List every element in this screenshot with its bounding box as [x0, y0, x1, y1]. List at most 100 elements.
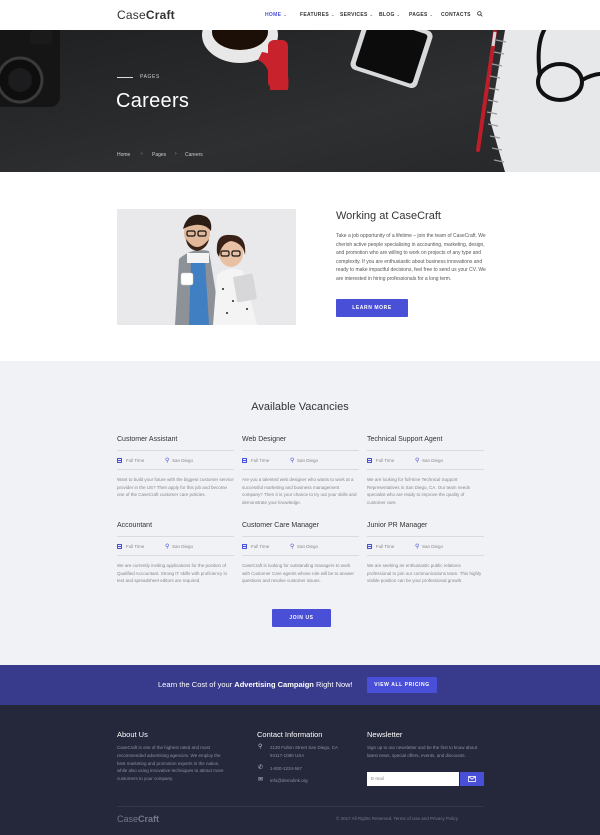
- divider: [367, 555, 484, 556]
- job-location: San Diego: [297, 544, 319, 549]
- chevron-down-icon: ⌄: [283, 12, 287, 17]
- job-description: We are seeking an enthusiastic public re…: [367, 563, 482, 583]
- footer-about-text: CaseCraft is one of the highest rated an…: [117, 745, 224, 782]
- divider: [367, 536, 484, 537]
- calendar-icon: [117, 458, 122, 463]
- kicker-line: [117, 77, 133, 78]
- divider: [117, 450, 234, 451]
- location-pin-icon: ⚲: [165, 458, 170, 464]
- job-card[interactable]: Accountant Full Time ⚲ San Diego We are cu…: [117, 522, 234, 585]
- calendar-icon: [242, 544, 247, 549]
- join-us-button[interactable]: JOIN US: [272, 609, 331, 627]
- page-title: Careers: [116, 90, 190, 112]
- job-card[interactable]: Customer Assistant Full Time ⚲ San Diego W…: [117, 436, 234, 499]
- job-description: CaseCraft is looking for outstanding man…: [242, 563, 355, 583]
- breadcrumb-pages[interactable]: Pages: [152, 152, 166, 158]
- job-title[interactable]: Junior PR Manager: [367, 522, 484, 536]
- job-type: Full Time: [126, 544, 145, 549]
- job-type: Full Time: [126, 458, 145, 463]
- cta-text: Learn the Cost of your Advertising Campa…: [158, 680, 353, 689]
- chevron-down-icon: ⌄: [369, 12, 374, 17]
- job-card[interactable]: Customer Care Manager Full Time ⚲ San Dieg…: [242, 522, 359, 585]
- footer-copyright: © 2017 All Rights Reserved. Terms of Use…: [336, 816, 459, 821]
- job-type: Full Time: [376, 544, 395, 549]
- calendar-icon: [367, 544, 372, 549]
- site-header: CaseCraft HOME ⌄ FEATURES ⌄ SERVICES ⌄ BLOG…: [0, 0, 600, 30]
- chevron-down-icon: ⌄: [396, 12, 401, 17]
- divider: [242, 536, 359, 537]
- team-photo: [117, 209, 296, 325]
- divider: [367, 469, 484, 470]
- vacancies-heading: Available Vacancies: [251, 401, 349, 413]
- job-title[interactable]: Web Designer: [242, 436, 359, 450]
- job-description: Are you a talented web designer who want…: [242, 477, 357, 505]
- job-location: San Diego: [422, 544, 444, 549]
- footer-email[interactable]: info@demolink.org: [270, 777, 308, 785]
- nav-item-home[interactable]: HOME ⌄: [265, 12, 287, 18]
- location-pin-icon: ⚲: [415, 544, 420, 550]
- location-pin-icon: ⚲: [165, 544, 170, 550]
- footer-phone[interactable]: 1-800-1234-567: [270, 765, 302, 773]
- footer-newsletter-title: Newsletter: [367, 730, 403, 739]
- hero-desk-image: [0, 30, 600, 172]
- divider: [117, 469, 234, 470]
- location-pin-icon: ⚲: [290, 458, 295, 464]
- section-text: Take a job opportunity of a lifetime – j…: [336, 233, 486, 282]
- search-icon[interactable]: [477, 11, 483, 17]
- divider: [367, 450, 484, 451]
- logo[interactable]: CaseCraft: [117, 8, 175, 22]
- newsletter-email-input[interactable]: E-mail: [367, 772, 459, 786]
- calendar-icon: [242, 458, 247, 463]
- job-type: Full Time: [376, 458, 395, 463]
- learn-more-button[interactable]: LEARN MORE: [336, 299, 408, 317]
- divider: [242, 450, 359, 451]
- job-description: Want to build your future with the bigge…: [117, 477, 234, 497]
- hero-banner: PAGES Careers Home › Pages › Careers: [0, 30, 600, 172]
- footer-address: 2130 Fulton Street San Diego, CA 94117-1…: [270, 745, 338, 758]
- footer-logo[interactable]: CaseCraft: [117, 814, 159, 824]
- section-title: Working at CaseCraft: [336, 210, 441, 222]
- calendar-icon: [117, 544, 122, 549]
- job-card[interactable]: Junior PR Manager Full Time ⚲ San Diego We…: [367, 522, 484, 585]
- job-location: San Diego: [172, 544, 194, 549]
- view-all-pricing-button[interactable]: VIEW ALL PRICING: [367, 677, 437, 693]
- nav-item-pages[interactable]: PAGES ⌄: [409, 12, 433, 18]
- divider: [242, 469, 359, 470]
- job-title[interactable]: Customer Care Manager: [242, 522, 359, 536]
- divider: [117, 555, 234, 556]
- calendar-icon: [367, 458, 372, 463]
- breadcrumb-home[interactable]: Home: [117, 152, 130, 158]
- breadcrumb-current: Careers: [185, 152, 203, 158]
- nav-item-contacts[interactable]: CONTACTS: [441, 12, 471, 18]
- job-type: Full Time: [251, 544, 270, 549]
- location-pin-icon: ⚲: [258, 744, 263, 750]
- hero-kicker: PAGES: [140, 74, 160, 80]
- job-description: We are currently inviting applications f…: [117, 563, 227, 583]
- location-pin-icon: ⚲: [415, 458, 420, 464]
- chevron-down-icon: ⌄: [429, 12, 434, 17]
- email-icon: ✉: [258, 777, 264, 783]
- nav-item-features[interactable]: FEATURES ⌄: [300, 12, 335, 18]
- job-title[interactable]: Technical Support Agent: [367, 436, 484, 450]
- job-title[interactable]: Accountant: [117, 522, 234, 536]
- footer-about-title: About Us: [117, 730, 148, 739]
- job-card[interactable]: Web Designer Full Time ⚲ San Diego Are you…: [242, 436, 359, 506]
- footer-contact-title: Contact Information: [257, 730, 323, 739]
- job-type: Full Time: [251, 458, 270, 463]
- job-title[interactable]: Customer Assistant: [117, 436, 234, 450]
- job-location: San Diego: [172, 458, 194, 463]
- location-pin-icon: ⚲: [290, 544, 295, 550]
- chevron-down-icon: ⌄: [330, 12, 335, 17]
- nav-item-blog[interactable]: BLOG ⌄: [379, 12, 400, 18]
- nav-item-services[interactable]: SERVICES ⌄: [340, 12, 373, 18]
- job-card[interactable]: Technical Support Agent Full Time ⚲ San Di…: [367, 436, 484, 506]
- phone-icon: ✆: [258, 765, 264, 771]
- subscribe-button[interactable]: [460, 772, 484, 786]
- job-description: We are looking for full-time Technical S…: [367, 477, 471, 505]
- breadcrumb-separator-icon: ›: [175, 151, 177, 157]
- divider: [117, 536, 234, 537]
- envelope-icon: [468, 776, 476, 782]
- breadcrumb-separator-icon: ›: [141, 151, 143, 157]
- job-location: San Diego: [297, 458, 319, 463]
- footer-divider: [117, 806, 484, 807]
